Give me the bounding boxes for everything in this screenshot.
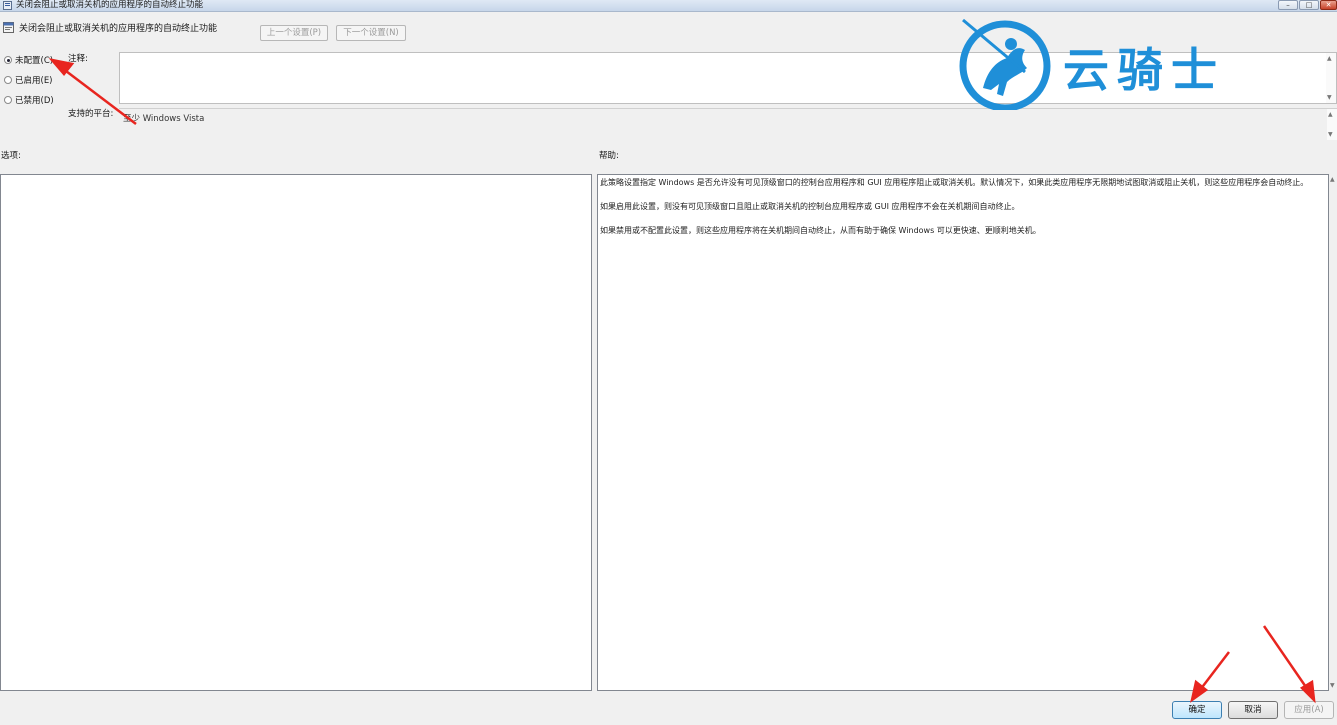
radio-enabled[interactable]: 已启用(E): [4, 74, 53, 86]
options-label: 选项:: [1, 151, 21, 161]
help-paragraph: 此策略设置指定 Windows 是否允许没有可见顶级窗口的控制台应用程序和 GU…: [600, 178, 1309, 187]
help-paragraph: 如果启用此设置，则没有可见顶级窗口且阻止或取消关机的控制台应用程序或 GUI 应…: [600, 202, 1020, 211]
radio-label: 未配置(C): [15, 56, 54, 66]
help-paragraph: 如果禁用或不配置此设置，则这些应用程序将在关机期间自动终止，从而有助于确保 Wi…: [600, 226, 1041, 235]
close-button[interactable]: ✕: [1320, 0, 1337, 10]
platform-label: 支持的平台:: [68, 109, 114, 119]
title-bar: 关闭会阻止或取消关机的应用程序的自动终止功能 – □ ✕: [0, 0, 1337, 12]
scroll-up-icon[interactable]: ▲: [1327, 55, 1332, 62]
radio-indicator[interactable]: [4, 96, 12, 104]
radio-indicator[interactable]: [4, 76, 12, 84]
platform-value: 至少 Windows Vista: [123, 114, 205, 124]
policy-title: 关闭会阻止或取消关机的应用程序的自动终止功能: [19, 24, 218, 34]
cancel-button[interactable]: 取消: [1228, 701, 1278, 719]
watermark-text: 云骑士: [1063, 43, 1225, 97]
platform-field: 至少 Windows Vista ▲ ▼: [119, 108, 1337, 140]
radio-label: 已禁用(D): [15, 96, 54, 106]
radio-label: 已启用(E): [15, 76, 53, 86]
scroll-down-icon[interactable]: ▼: [1330, 682, 1335, 689]
scroll-up-icon[interactable]: ▲: [1328, 111, 1333, 118]
radio-indicator[interactable]: [4, 56, 12, 64]
comment-label: 注释:: [68, 54, 88, 64]
scroll-up-icon[interactable]: ▲: [1330, 176, 1335, 183]
policy-setting-icon: [3, 22, 14, 33]
scroll-down-icon[interactable]: ▼: [1328, 131, 1333, 138]
minimize-button[interactable]: –: [1278, 0, 1298, 10]
next-setting-button[interactable]: 下一个设置(N): [336, 25, 406, 41]
radio-not-configured[interactable]: 未配置(C): [4, 54, 53, 66]
ok-button[interactable]: 确定: [1172, 701, 1222, 719]
maximize-button[interactable]: □: [1299, 0, 1319, 10]
radio-disabled[interactable]: 已禁用(D): [4, 94, 54, 106]
apply-button[interactable]: 应用(A): [1284, 701, 1334, 719]
comment-scrollbar[interactable]: ▲ ▼: [1326, 53, 1336, 103]
help-label: 帮助:: [599, 151, 619, 161]
scroll-down-icon[interactable]: ▼: [1327, 94, 1332, 101]
platform-scrollbar[interactable]: ▲ ▼: [1327, 109, 1337, 140]
options-panel: [0, 174, 592, 691]
help-scrollbar[interactable]: ▲ ▼: [1329, 174, 1337, 691]
policy-window-icon: [3, 1, 12, 10]
help-panel: 此策略设置指定 Windows 是否允许没有可见顶级窗口的控制台应用程序和 GU…: [597, 174, 1329, 691]
previous-setting-button[interactable]: 上一个设置(P): [260, 25, 328, 41]
window-title: 关闭会阻止或取消关机的应用程序的自动终止功能: [16, 0, 204, 10]
